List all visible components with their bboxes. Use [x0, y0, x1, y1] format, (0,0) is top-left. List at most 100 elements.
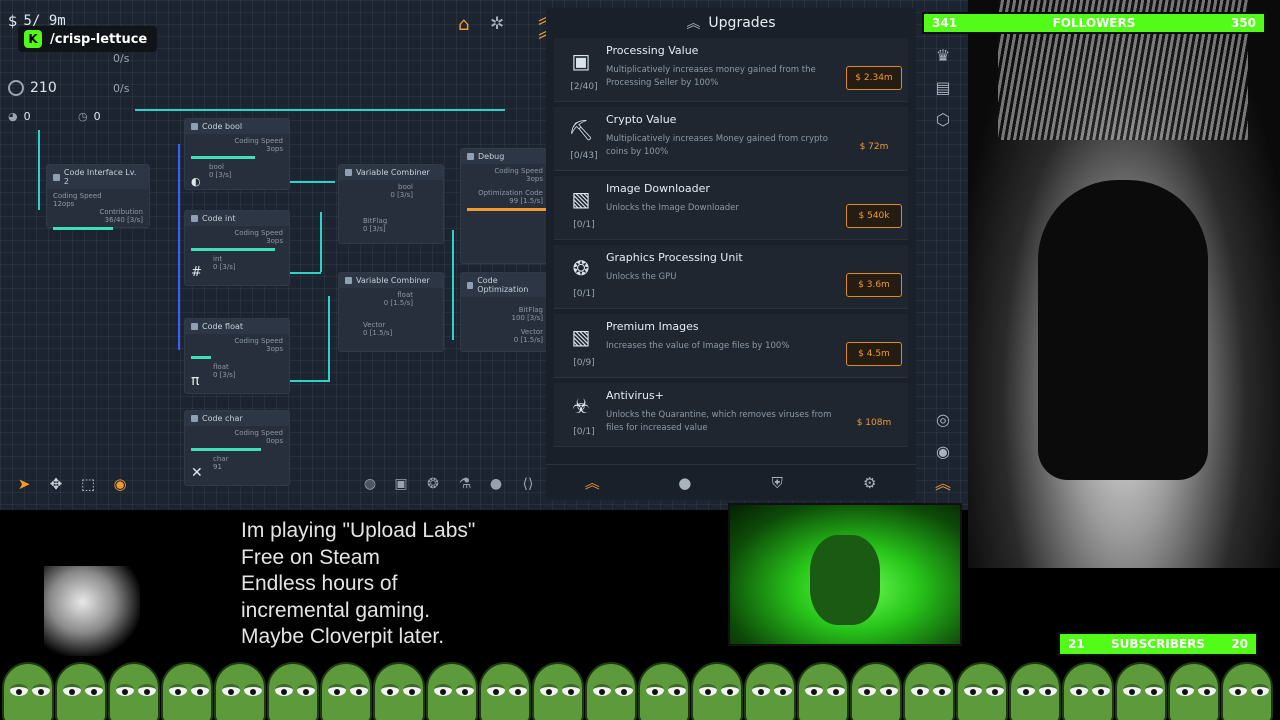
pepe-emote-icon [1166, 656, 1220, 720]
buy-button[interactable]: $ 108m [846, 411, 902, 435]
chevron-up-icon: ︽ [686, 16, 701, 32]
node-debug[interactable]: Debug Coding Speed 3ops Optimization Code 9… [460, 148, 550, 264]
tab-shield-icon[interactable]: ⛨ [765, 471, 789, 495]
upgrade-count: [0/1] [573, 427, 595, 437]
node-label: Vector [363, 321, 386, 329]
tab-upgrades-icon[interactable]: ︽ [580, 471, 604, 495]
buy-button[interactable]: $ 4.5m [846, 342, 902, 366]
connection-wire [452, 230, 454, 340]
code-tool-icon[interactable]: ⟨⟩ [518, 474, 538, 494]
home-icon[interactable]: ⌂ [458, 14, 469, 35]
node-variable-combiner-1[interactable]: Variable Combiner bool 0 [3/s] BitFlag 0 [3… [338, 164, 444, 244]
data-stat: 210 0/s [8, 80, 129, 96]
pepe-emote-icon [848, 656, 902, 720]
connection-wire [285, 380, 329, 382]
node-value: 0 [1.5/s] [383, 299, 413, 307]
upgrade-item[interactable]: ⛏ [0/43] Crypto Value Multiplicatively i… [554, 107, 908, 171]
node-value: 3ops [266, 237, 283, 245]
flask-tool-icon[interactable]: ⚗ [455, 474, 475, 494]
move-tool-icon[interactable]: ✥ [46, 474, 66, 494]
upgrade-count: [0/9] [573, 358, 595, 368]
buy-button[interactable]: $ 2.34m [846, 66, 902, 90]
pepe-emote-icon [477, 656, 531, 720]
pointer-tool-icon[interactable]: ➤ [14, 474, 34, 494]
node-label: Coding Speed [234, 137, 283, 145]
caption-line: Im playing "Upload Labs" [241, 519, 476, 542]
data-rate: 0/s [113, 81, 130, 95]
node-value: 0 [1.5/s] [363, 329, 393, 337]
node-title: Code Interface Lv. 2 [63, 168, 137, 186]
upgrades-shortcut-icon[interactable]: ︽ [928, 472, 958, 496]
gpu-fan-icon: ❂ [572, 256, 590, 280]
game-canvas[interactable]: $5/ 9m 210 0/s 0/s ◕ 0 ◷ 0 K /crisp-lett… [0, 0, 968, 510]
pepe-emote-icon [318, 656, 372, 720]
tab-gear-icon[interactable]: ⚙ [858, 471, 882, 495]
book-icon[interactable]: ▤ [928, 76, 958, 100]
node-variable-combiner-2[interactable]: Variable Combiner float 0 [1.5/s] Vector 0 … [338, 272, 444, 352]
upgrade-count: [2/40] [570, 82, 598, 92]
pickaxe-icon: ⛏ [568, 118, 594, 142]
node-code-char[interactable]: Code char Coding Speed 0ops char 91 ✕ [184, 410, 290, 486]
upgrade-item[interactable]: ▣ [2/40] Processing Value Multiplicative… [554, 38, 908, 102]
pepe-emote-row [0, 656, 1280, 720]
followers-goal-bar: 341 FOLLOWERS 350 [922, 12, 1266, 34]
connection-wire [285, 272, 321, 274]
node-handle-icon [467, 281, 474, 289]
node-code-bool[interactable]: Code bool Coding Speed 3ops bool 0 [3/s] ◐ [184, 118, 290, 190]
node-value: 0 [3/s] [390, 191, 413, 199]
node-value: 0ops [266, 437, 283, 445]
target-icon[interactable]: ◉ [928, 440, 958, 464]
upgrade-item[interactable]: ☣ [0/1] Antivirus+ Unlocks the Quarantin… [554, 383, 908, 447]
node-handle-icon [191, 323, 198, 330]
node-label: Vector [520, 328, 543, 336]
connection-wire [285, 181, 335, 183]
connection-wire [320, 212, 322, 272]
pepe-emote-icon [636, 656, 690, 720]
node-label: bool [398, 183, 413, 191]
buy-button[interactable]: $ 540k [846, 204, 902, 228]
counter-b: ◷ 0 [78, 110, 101, 123]
node-handle-icon [53, 173, 60, 181]
node-code-float[interactable]: Code float Coding Speed 3ops float 0 [3/s] … [184, 318, 290, 394]
upgrade-item[interactable]: ▧ [0/9] Premium Images Increases the val… [554, 314, 908, 378]
node-value: 0 [3/s] [213, 371, 236, 379]
upgrade-item[interactable]: ▧ [0/1] Image Downloader Unlocks the Ima… [554, 176, 908, 240]
node-label: Coding Speed [494, 167, 543, 175]
node-label: Optimization Code [478, 189, 543, 197]
radar-icon[interactable]: ◎ [928, 408, 958, 432]
trophy-icon[interactable]: ♛ [928, 44, 958, 68]
node-label: float [397, 291, 413, 299]
pepe-emote-icon [901, 656, 955, 720]
upgrade-item[interactable]: ❂ [0/1] Graphics Processing Unit Unlocks… [554, 245, 908, 309]
buy-button[interactable]: $ 72m [846, 135, 902, 159]
record-tool-icon[interactable]: ◉ [110, 474, 130, 494]
pepe-emote-icon [1113, 656, 1167, 720]
pepe-emote-icon [212, 656, 266, 720]
node-value: 0 [3/s] [363, 225, 386, 233]
hexagon-icon[interactable]: ⬡ [928, 108, 958, 132]
node-value: 100 [3/s] [511, 314, 543, 322]
pie-icon: ◕ [8, 110, 18, 123]
stream-caption: Im playing "Upload Labs" Free on Steam E… [241, 518, 475, 651]
node-title: Variable Combiner [356, 276, 430, 285]
user-tool-icon[interactable]: ● [486, 474, 506, 494]
node-label: Contribution [99, 208, 143, 216]
node-code-optimization[interactable]: Code Optimization BitFlag 100 [3/s] Vector… [460, 272, 550, 352]
gpu-tool-icon[interactable]: ❂ [423, 474, 443, 494]
counter-a-value: 0 [23, 110, 31, 123]
node-code-int[interactable]: Code int Coding Speed 3ops int 0 [3/s] # [184, 210, 290, 286]
upgrade-count: [0/1] [573, 220, 595, 230]
upgrade-description: Unlocks the Quarantine, which removes vi… [606, 410, 832, 433]
node-label: Coding Speed [53, 192, 102, 200]
buy-button[interactable]: $ 3.6m [846, 273, 902, 297]
globe-icon[interactable]: ◍ [360, 474, 380, 494]
node-code-interface[interactable]: Code Interface Lv. 2 Coding Speed 12ops Co… [46, 164, 150, 230]
select-tool-icon[interactable]: ⬚ [78, 474, 98, 494]
chip-tool-icon[interactable]: ▣ [391, 474, 411, 494]
subscribers-goal: 20 [1231, 637, 1248, 651]
settings-icon[interactable]: ✲ [490, 14, 504, 34]
tab-user-icon[interactable]: ● [673, 471, 697, 495]
node-label: BitFlag [518, 306, 543, 314]
progress-bar [191, 156, 255, 159]
pepe-emote-icon [795, 656, 849, 720]
